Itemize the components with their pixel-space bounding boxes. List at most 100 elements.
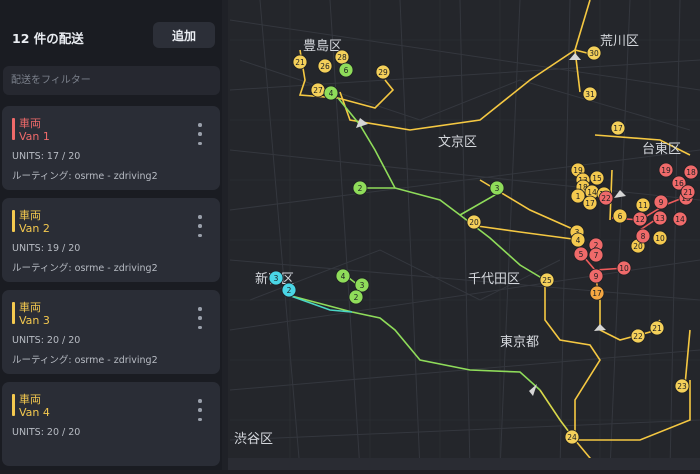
stop-number: 30 — [589, 49, 599, 58]
stop-marker[interactable]: 12 — [632, 211, 648, 227]
stop-marker[interactable]: 25 — [539, 272, 555, 288]
stop-marker[interactable]: 30 — [586, 45, 602, 61]
filter-input[interactable]: 配送をフィルター — [3, 66, 220, 95]
sidebar-scrollbar[interactable] — [222, 0, 228, 470]
stop-marker[interactable]: 17 — [589, 285, 605, 301]
stop-marker[interactable]: 11 — [635, 197, 651, 213]
stop-marker[interactable]: 21 — [680, 184, 696, 200]
stop-marker[interactable]: 4 — [570, 232, 586, 248]
stop-marker[interactable]: 2 — [352, 180, 368, 196]
stop-number: 8 — [641, 232, 646, 241]
sidebar: 12 件の配送 追加 配送をフィルター 車両 Van 1 UNITS: 17 /… — [0, 0, 228, 470]
stop-marker[interactable]: 27 — [310, 82, 326, 98]
vehicle-name: Van 2 — [19, 222, 50, 235]
vehicle-label: 車両 — [19, 301, 41, 314]
stop-marker[interactable]: 17 — [582, 195, 598, 211]
stop-number: 15 — [592, 174, 602, 183]
stop-number: 10 — [619, 264, 629, 273]
stop-marker[interactable]: 26 — [317, 58, 333, 74]
stop-number: 14 — [675, 215, 685, 224]
vehicle-units: UNITS: 20 / 20 — [12, 335, 81, 346]
stop-number: 22 — [633, 332, 643, 341]
stop-number: 2 — [358, 184, 363, 193]
stop-marker[interactable]: 22 — [598, 190, 614, 206]
stop-markers: 21 2628627 42930312 32017432322517212223241… — [268, 45, 699, 445]
add-button[interactable]: 追加 — [153, 22, 215, 48]
stop-number: 5 — [579, 250, 584, 259]
stop-marker[interactable]: 22 — [630, 328, 646, 344]
stop-marker[interactable]: 6 — [612, 208, 628, 224]
stop-marker[interactable]: 1 — [570, 188, 586, 204]
stop-number: 28 — [337, 53, 347, 62]
stop-marker[interactable]: 31 — [582, 86, 598, 102]
stop-number: 4 — [576, 236, 581, 245]
stop-marker[interactable]: 3 — [268, 270, 284, 286]
stop-marker[interactable]: 18 — [683, 164, 699, 180]
stop-number: 11 — [638, 201, 648, 210]
stop-number: 4 — [341, 272, 346, 281]
stop-marker[interactable]: 9 — [588, 268, 604, 284]
route-yellow — [298, 0, 691, 471]
more-options-icon[interactable] — [195, 123, 205, 145]
stop-marker[interactable]: 21 — [649, 320, 665, 336]
stop-marker[interactable]: 15 — [589, 170, 605, 186]
stop-number: 20 — [469, 218, 479, 227]
stop-marker[interactable]: 21 — [292, 54, 308, 70]
stop-number: 24 — [567, 433, 577, 442]
stop-marker[interactable]: 2 — [348, 289, 364, 305]
stop-marker[interactable]: 29 — [375, 64, 391, 80]
stop-marker[interactable]: 2 — [281, 282, 297, 298]
vehicle-card[interactable]: 車両 Van 4 UNITS: 20 / 20 — [2, 382, 220, 466]
stop-marker[interactable]: 7 — [588, 247, 604, 263]
vehicle-color-bar — [12, 118, 15, 140]
stop-number: 21 — [295, 58, 305, 67]
stop-number: 16 — [674, 179, 684, 188]
stop-marker[interactable]: 5 — [573, 246, 589, 262]
street-grid — [229, 0, 700, 471]
vehicle-name: Van 4 — [19, 406, 50, 419]
stop-marker[interactable]: 4 — [323, 85, 339, 101]
stop-marker[interactable]: 13 — [652, 210, 668, 226]
more-options-icon[interactable] — [195, 307, 205, 329]
stop-marker[interactable]: 24 — [564, 429, 580, 445]
stop-marker[interactable]: 28 — [334, 49, 350, 65]
more-options-icon[interactable] — [195, 215, 205, 237]
stop-number: 19 — [661, 166, 671, 175]
stop-number: 6 — [618, 212, 623, 221]
stop-marker[interactable]: 10 — [652, 230, 668, 246]
more-options-icon[interactable] — [195, 399, 205, 421]
stop-marker[interactable]: 8 — [635, 228, 651, 244]
stop-number: 2 — [287, 286, 292, 295]
stop-number: 1 — [576, 192, 581, 201]
ward-label: 渋谷区 — [234, 432, 273, 447]
stop-marker[interactable]: 14 — [672, 211, 688, 227]
vehicle-color-bar — [12, 394, 15, 416]
stop-number: 12 — [635, 215, 645, 224]
stop-marker[interactable]: 3 — [489, 180, 505, 196]
stop-marker[interactable]: 17 — [610, 120, 626, 136]
stop-marker[interactable]: 6 — [338, 62, 354, 78]
stop-number: 9 — [659, 198, 664, 207]
vehicle-card[interactable]: 車両 Van 3 UNITS: 20 / 20 ルーティング: osrme - … — [2, 290, 220, 374]
stop-marker[interactable]: 9 — [653, 194, 669, 210]
stop-marker[interactable]: 4 — [335, 268, 351, 284]
stop-number: 31 — [585, 90, 595, 99]
vehicle-card[interactable]: 車両 Van 1 UNITS: 17 / 20 ルーティング: osrme - … — [2, 106, 220, 190]
stop-number: 6 — [344, 66, 349, 75]
vehicle-units: UNITS: 20 / 20 — [12, 427, 81, 438]
map-bottom-bar — [228, 458, 700, 470]
vehicle-routing: ルーティング: osrme - zdriving2 — [12, 171, 158, 182]
stop-number: 3 — [360, 281, 365, 290]
stop-number: 3 — [495, 184, 500, 193]
vehicle-label: 車両 — [19, 209, 41, 222]
stop-marker[interactable]: 23 — [674, 378, 690, 394]
stop-number: 4 — [329, 89, 334, 98]
vehicle-units: UNITS: 19 / 20 — [12, 243, 81, 254]
stop-marker[interactable]: 19 — [658, 162, 674, 178]
stop-number: 23 — [677, 382, 687, 391]
ward-label: 荒川区 — [600, 34, 639, 49]
vehicle-card[interactable]: 車両 Van 2 UNITS: 19 / 20 ルーティング: osrme - … — [2, 198, 220, 282]
stop-marker[interactable]: 20 — [466, 214, 482, 230]
vehicle-label: 車両 — [19, 117, 41, 130]
stop-marker[interactable]: 10 — [616, 260, 632, 276]
